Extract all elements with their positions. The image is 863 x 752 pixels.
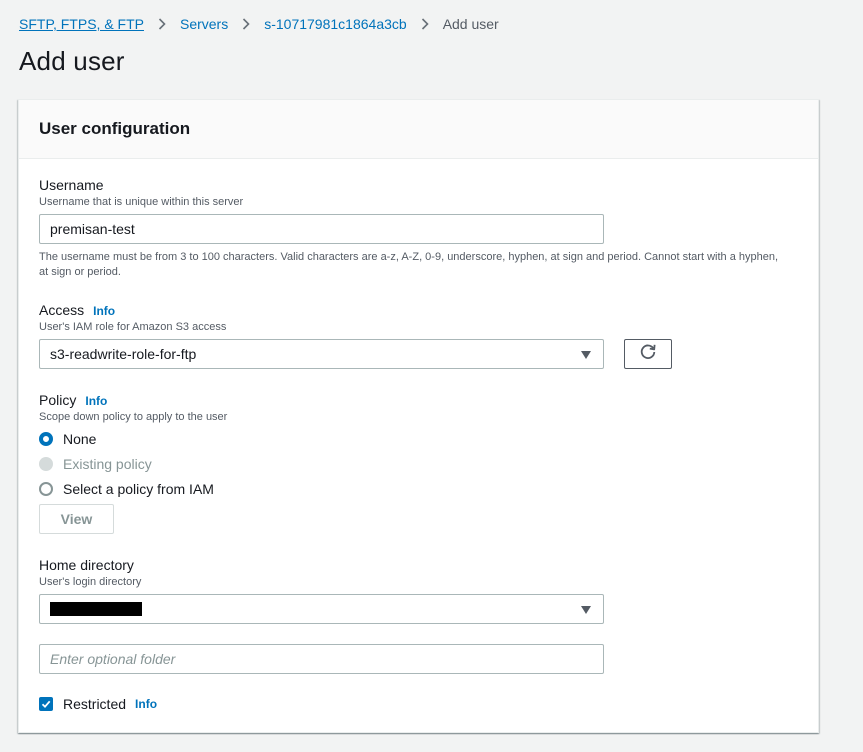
- refresh-roles-button[interactable]: [624, 339, 672, 369]
- policy-option-label: None: [63, 431, 97, 447]
- breadcrumb-current: Add user: [442, 16, 499, 32]
- panel-header: User configuration: [19, 100, 818, 159]
- policy-label-row: Policy Info: [39, 392, 107, 408]
- view-policy-button: View: [39, 504, 114, 534]
- caret-down-icon: [581, 351, 591, 359]
- policy-info-link[interactable]: Info: [85, 394, 107, 408]
- access-description: User's IAM role for Amazon S3 access: [39, 321, 227, 333]
- breadcrumb-servers[interactable]: Servers: [180, 16, 228, 32]
- home-folder-input[interactable]: [39, 644, 604, 674]
- access-label-row: Access Info: [39, 302, 115, 318]
- restricted-label: Restricted: [63, 696, 127, 712]
- radio-button: [39, 457, 53, 471]
- access-role-value: s3-readwrite-role-for-ftp: [50, 346, 197, 362]
- username-hint: The username must be from 3 to 100 chara…: [39, 251, 779, 278]
- policy-option-label: Existing policy: [63, 456, 152, 472]
- policy-description: Scope down policy to apply to the user: [39, 411, 228, 423]
- policy-option-iam[interactable]: Select a policy from IAM: [39, 479, 214, 499]
- username-label: Username: [39, 177, 104, 193]
- policy-option-none[interactable]: None: [39, 429, 96, 449]
- access-role-select[interactable]: s3-readwrite-role-for-ftp: [39, 339, 604, 369]
- restricted-checkbox-row[interactable]: Restricted Info: [39, 694, 157, 714]
- policy-option-label: Select a policy from IAM: [63, 481, 214, 497]
- access-label: Access: [39, 302, 85, 318]
- home-directory-bucket-select[interactable]: [39, 594, 604, 624]
- user-configuration-panel: User configuration Username Username tha…: [18, 99, 819, 733]
- restricted-info-link[interactable]: Info: [135, 697, 157, 711]
- access-info-link[interactable]: Info: [93, 304, 115, 318]
- panel-title: User configuration: [39, 119, 191, 138]
- breadcrumb-sftp[interactable]: SFTP, FTPS, & FTP: [19, 16, 144, 32]
- check-icon: [41, 700, 51, 709]
- chevron-right-icon: [407, 14, 443, 34]
- policy-label: Policy: [39, 392, 77, 408]
- policy-option-existing: Existing policy: [39, 454, 152, 474]
- radio-button[interactable]: [39, 482, 53, 496]
- home-directory-description: User's login directory: [39, 576, 142, 588]
- redacted-bucket-name: [50, 602, 142, 616]
- home-directory-label: Home directory: [39, 557, 134, 573]
- refresh-icon: [639, 343, 657, 366]
- breadcrumb-server-id[interactable]: s-10717981c1864a3cb: [264, 16, 406, 32]
- username-description: Username that is unique within this serv…: [39, 196, 244, 208]
- chevron-right-icon: [228, 14, 264, 34]
- caret-down-icon: [581, 606, 591, 614]
- restricted-checkbox[interactable]: [39, 697, 53, 711]
- radio-button[interactable]: [39, 432, 53, 446]
- chevron-right-icon: [144, 14, 180, 34]
- username-input[interactable]: [39, 214, 604, 244]
- page-title: Add user: [19, 46, 125, 76]
- breadcrumb: SFTP, FTPS, & FTP Servers s-10717981c186…: [19, 14, 499, 34]
